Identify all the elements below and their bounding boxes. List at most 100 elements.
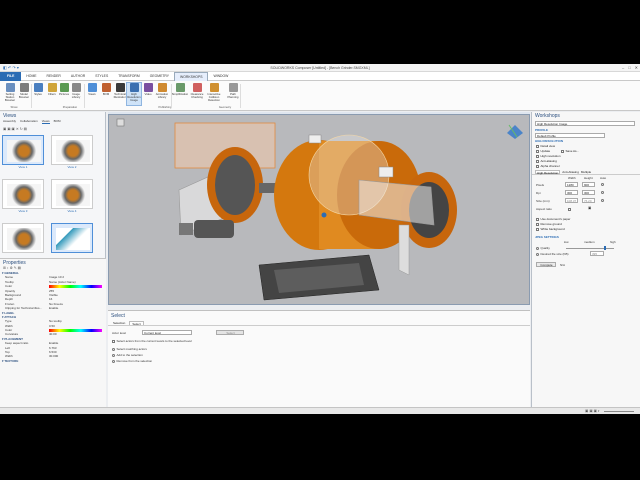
- actor-level-select[interactable]: Current level: [142, 330, 192, 335]
- save-as-button[interactable]: Save As...: [561, 149, 579, 153]
- view-thumbnail[interactable]: View 3: [2, 179, 44, 213]
- filters-icon: [47, 83, 57, 92]
- radio-add-to-selection[interactable]: Add to the selection: [112, 353, 143, 357]
- current-level-option[interactable]: Select actors from the current levels to…: [112, 339, 192, 343]
- ribbon-button-styles[interactable]: Styles: [31, 83, 45, 105]
- status-bar: ▣ ▣ ▣ ◐: [0, 407, 640, 414]
- dpi-height-input[interactable]: 300: [582, 190, 595, 195]
- ribbon-button-path-planning[interactable]: Path Planning: [226, 83, 240, 105]
- viewport-corner-icon[interactable]: [116, 118, 125, 127]
- views-toolbar[interactable]: ▣ ▣ ▣ ✕ ↻ ▤: [3, 127, 27, 131]
- radio-label: Remove from the selection: [116, 359, 153, 363]
- ribbon-button-animation-library[interactable]: Animation Library: [155, 83, 169, 105]
- ribbon-button-image-library[interactable]: Image Library: [69, 83, 83, 105]
- select-apply-button[interactable]: Select: [216, 330, 244, 335]
- check-white-background[interactable]: White background: [532, 227, 640, 232]
- tab-bom[interactable]: BOM: [54, 119, 61, 124]
- filesize-input[interactable]: 395: [590, 251, 604, 256]
- view-mode-icons[interactable]: ▣ ▣ ▣ ◐: [585, 409, 600, 413]
- pixels-width-input[interactable]: 1280: [565, 182, 578, 187]
- quality-slider[interactable]: [566, 248, 614, 249]
- auto-pixels-radio[interactable]: [601, 182, 606, 186]
- view-thumbnail[interactable]: [2, 223, 44, 253]
- view-thumbnail-image: [7, 184, 41, 206]
- close-icon[interactable]: ✕: [635, 65, 638, 70]
- aspect-ratio-check[interactable]: [568, 207, 573, 211]
- profile-select[interactable]: Default Profile: [535, 133, 605, 138]
- ribbon-button-simplification[interactable]: Simplification: [172, 83, 188, 105]
- interactive-collision-detection-icon: [209, 83, 219, 92]
- left-bracket: [179, 223, 193, 235]
- video-icon: [143, 83, 153, 92]
- view-thumbnail-label: View 4: [67, 209, 77, 213]
- tab-home[interactable]: HOME: [21, 72, 41, 81]
- auto-dpi-radio[interactable]: [601, 190, 606, 194]
- tab-select[interactable]: Select: [129, 321, 144, 326]
- quality-radio[interactable]: Quality: [536, 246, 550, 250]
- tab-assembly[interactable]: Assembly: [3, 119, 16, 124]
- ribbon-separator: [240, 84, 241, 108]
- 3d-viewport[interactable]: [108, 114, 530, 305]
- tab-geometry[interactable]: GEOMETRY: [145, 72, 174, 81]
- ribbon-button-model-browser[interactable]: Model Browser: [17, 83, 31, 105]
- check-alpha-channel[interactable]: Alpha channel: [532, 164, 640, 169]
- pixels-height-input[interactable]: 900: [582, 182, 595, 187]
- ribbon-button-clearance-checking[interactable]: Clearance Checking: [190, 83, 204, 105]
- quality-label: Quality: [540, 246, 550, 250]
- tab-workshops[interactable]: WORKSHOPS: [174, 71, 209, 81]
- quality-slider-thumb[interactable]: [604, 246, 606, 250]
- filesize-radio[interactable]: Desired file size (KB): [536, 252, 569, 256]
- tab-collaboration[interactable]: Collaboration: [20, 119, 38, 124]
- size-height-input[interactable]: 76.20: [582, 198, 595, 203]
- window-title: SOLIDWORKS Composer [Untitled] - [Bench …: [270, 65, 370, 70]
- radio-select-matching[interactable]: Select matching actors: [112, 347, 147, 351]
- ribbon-button-high-resolution-image[interactable]: High Resolution Image: [126, 82, 142, 106]
- tab-window[interactable]: WINDOW: [208, 72, 233, 81]
- zoom-slider[interactable]: [604, 411, 634, 412]
- tab-multiple[interactable]: Multiple: [581, 170, 591, 174]
- quality-medium: medium: [584, 240, 595, 244]
- tab-anti-aliasing[interactable]: Anti-Aliasing: [562, 170, 579, 174]
- size-width-input[interactable]: 108.37: [565, 198, 578, 203]
- tab-views[interactable]: Views: [41, 119, 50, 124]
- property-value: 30.000: [49, 354, 59, 359]
- ribbon-button-label: Technical Illustration: [113, 92, 127, 99]
- minimize-icon[interactable]: –: [622, 65, 624, 70]
- tab-author[interactable]: AUTHOR: [66, 72, 90, 81]
- tab-styles[interactable]: STYLES: [90, 72, 113, 81]
- properties-section-texture[interactable]: ▾ TEXTURE: [0, 359, 106, 363]
- tab-high-resolution[interactable]: High Resolution: [535, 170, 561, 175]
- ribbon-button-technical-illustration[interactable]: Technical Illustration: [113, 83, 127, 105]
- ribbon-group-geometry: Geometry: [218, 105, 232, 109]
- view-thumbnail[interactable]: View 1: [2, 135, 44, 169]
- auto-size-radio[interactable]: [601, 198, 606, 202]
- ribbon-button-setting-station-browser[interactable]: Setting Station Browser: [3, 83, 17, 105]
- maximize-icon[interactable]: □: [628, 65, 630, 70]
- select-panel-title: Select: [111, 313, 125, 319]
- view-thumbnail[interactable]: View 4: [51, 179, 93, 213]
- property-row[interactable]: Clipping for Technical illus... Enable: [0, 306, 106, 310]
- radio-remove-from-selection[interactable]: Remove from the selection: [112, 359, 152, 363]
- tab-file[interactable]: FILE: [0, 71, 22, 81]
- view-cube-icon[interactable]: [507, 124, 523, 139]
- image-library-icon: [71, 83, 81, 92]
- ribbon-button-interactive-collision-detection[interactable]: Interactive Collision Detection: [207, 83, 221, 105]
- tab-transform[interactable]: TRANSFORM: [113, 72, 144, 81]
- ribbon-button-label: Filters: [48, 92, 56, 96]
- ribbon-button-bom[interactable]: BOM: [99, 83, 113, 105]
- ribbon-button-views[interactable]: Views: [85, 83, 99, 105]
- update-button[interactable]: Update: [536, 149, 550, 153]
- view-thumbnail[interactable]: [51, 223, 93, 253]
- compute-button[interactable]: Compute: [536, 262, 556, 267]
- ribbon-button-video[interactable]: Video: [141, 83, 155, 105]
- bench-grinder-model[interactable]: [109, 115, 529, 304]
- view-thumbnail[interactable]: View 2: [51, 135, 93, 169]
- compute-result: N/A: [560, 263, 566, 267]
- left-tool-rest: [194, 220, 234, 238]
- workshop-dropdown[interactable]: High Resolution Image: [535, 121, 635, 126]
- ribbon-button-label: Model Browser: [18, 92, 30, 99]
- tab-selection[interactable]: Selection: [111, 321, 127, 325]
- lock-icon[interactable]: ▣: [588, 206, 591, 210]
- tab-render[interactable]: RENDER: [42, 72, 66, 81]
- dpi-width-input[interactable]: 300: [565, 190, 578, 195]
